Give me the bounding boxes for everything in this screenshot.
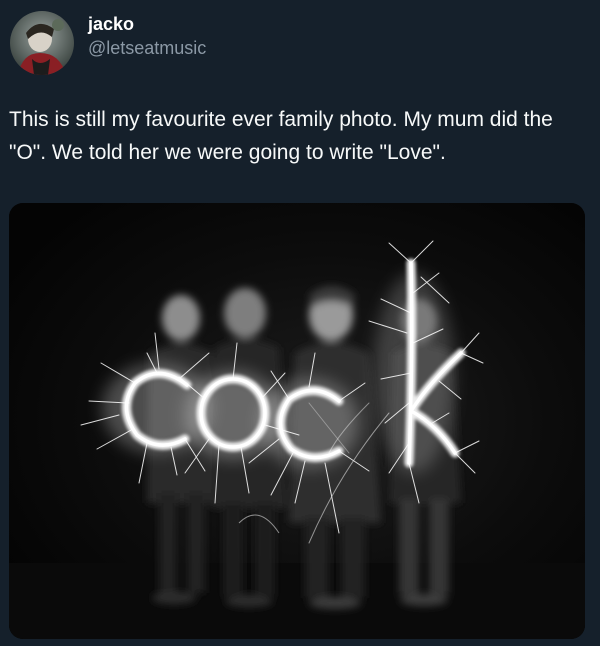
tweet-card: jacko @letseatmusic This is still my fav… [0,0,600,646]
avatar[interactable] [10,11,74,75]
user-handle[interactable]: @letseatmusic [88,36,206,60]
avatar-image [10,11,74,75]
display-name[interactable]: jacko [88,13,206,36]
author-names: jacko @letseatmusic [88,13,206,60]
tweet-text: This is still my favourite ever family p… [9,108,553,164]
sparkler-writing-photo [9,203,585,639]
tweet-photo[interactable] [9,203,585,639]
tweet-header: jacko @letseatmusic [10,11,206,75]
